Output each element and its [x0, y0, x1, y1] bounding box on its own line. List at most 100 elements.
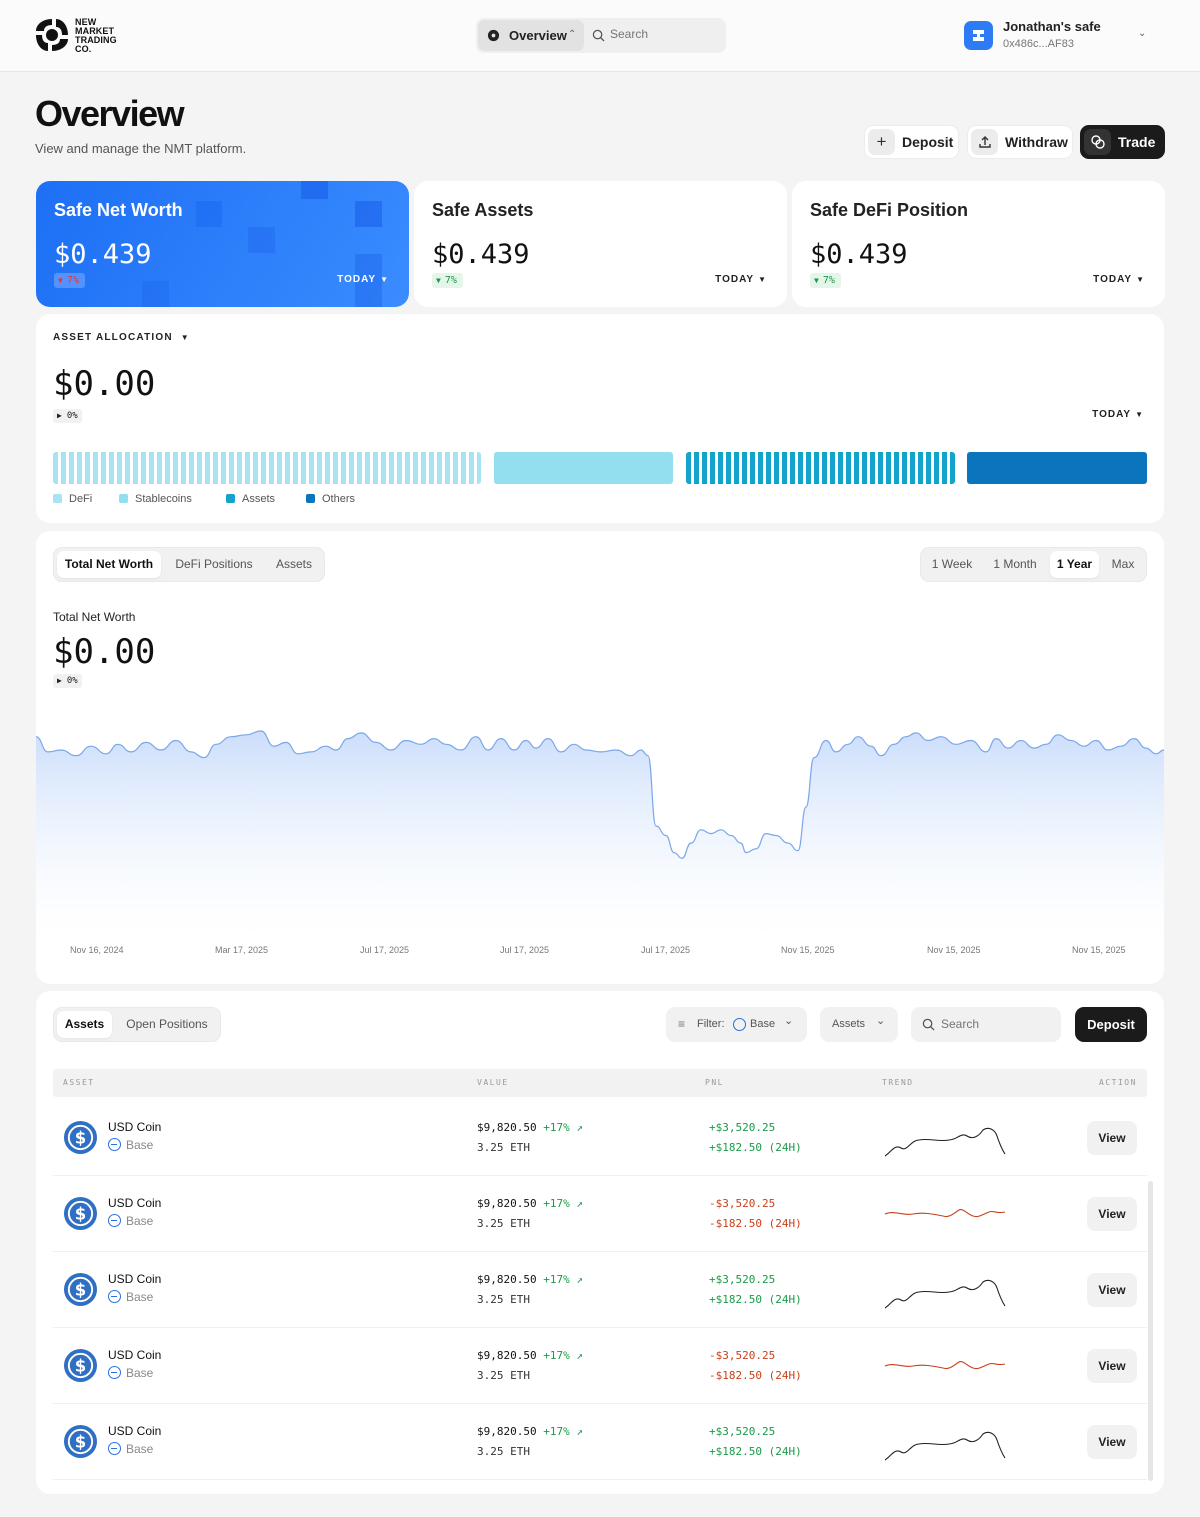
- asset-value: $9,820.50 +17% ↗: [477, 1273, 583, 1286]
- tab-defi-positions[interactable]: DeFi Positions: [165, 551, 263, 578]
- table-row[interactable]: $ USD Coin Base $9,820.50 +17% ↗ 3.25 ET…: [53, 1100, 1147, 1176]
- chart-value: $0.00: [53, 632, 156, 672]
- asset-amount: 3.25 ETH: [477, 1293, 530, 1306]
- deposit-button[interactable]: + Deposit: [864, 125, 959, 159]
- pnl-total: +$3,520.25: [709, 1425, 776, 1438]
- table-row[interactable]: $ USD Coin Base $9,820.50 +17% ↗ 3.25 ET…: [53, 1328, 1147, 1404]
- tab-assets[interactable]: Assets: [266, 551, 322, 578]
- chart-label: Total Net Worth: [53, 610, 136, 624]
- network-filter[interactable]: ≡ Filter: Base ⌄: [666, 1007, 807, 1042]
- safe-icon: [973, 30, 984, 41]
- trade-button[interactable]: Trade: [1080, 125, 1165, 159]
- allocation-bar-assets[interactable]: [686, 452, 955, 484]
- assets-table-card: Assets Open Positions ≡ Filter: Base ⌄ A…: [36, 991, 1164, 1494]
- base-network-icon: [108, 1366, 121, 1379]
- table-deposit-button[interactable]: Deposit: [1075, 1007, 1147, 1042]
- view-button[interactable]: View: [1087, 1273, 1137, 1307]
- safe-avatar: [964, 21, 993, 50]
- tab-assets-table[interactable]: Assets: [57, 1011, 112, 1038]
- view-button[interactable]: View: [1087, 1349, 1137, 1383]
- asset-network: Base: [108, 1138, 153, 1152]
- tab-total-net-worth[interactable]: Total Net Worth: [57, 551, 161, 578]
- usd-coin-icon: $: [63, 1120, 98, 1155]
- period-dropdown[interactable]: TODAY ▼: [1093, 274, 1145, 285]
- allocation-bar-others[interactable]: [967, 452, 1147, 484]
- view-button[interactable]: View: [1087, 1425, 1137, 1459]
- range-1-week[interactable]: 1 Week: [924, 551, 980, 578]
- play-icon: ▶: [57, 676, 62, 685]
- trade-label: Trade: [1118, 134, 1156, 150]
- overview-label: Overview: [509, 28, 567, 43]
- account-switcher[interactable]: Jonathan's safe 0x486c...AF83 ⌄: [960, 16, 1160, 56]
- x-tick: Jul 17, 2025: [641, 945, 691, 955]
- asset-value: $9,820.50 +17% ↗: [477, 1425, 583, 1438]
- asset-name: USD Coin: [108, 1348, 162, 1362]
- triangle-down-icon: ▼: [436, 276, 441, 285]
- overview-menu-button[interactable]: Overview ⌃: [478, 20, 584, 51]
- column-header-pnl: PNL: [705, 1078, 724, 1087]
- asset-value: $9,820.50 +17% ↗: [477, 1121, 583, 1134]
- tab-open-positions[interactable]: Open Positions: [116, 1011, 218, 1038]
- type-filter[interactable]: Assets ⌄: [820, 1007, 898, 1042]
- base-network-icon: [108, 1138, 121, 1151]
- pnl-total: -$3,520.25: [709, 1349, 776, 1362]
- chevron-down-icon: ⌄: [876, 1015, 886, 1027]
- deposit-label: Deposit: [902, 134, 954, 150]
- play-icon: ▶: [57, 411, 62, 420]
- caret-down-icon: ▼: [1135, 410, 1144, 419]
- brand-logo[interactable]: NEW MARKET TRADING CO.: [34, 17, 134, 55]
- allocation-dropdown[interactable]: ASSET ALLOCATION ▼: [53, 332, 190, 343]
- x-tick: Nov 15, 2025: [781, 945, 835, 955]
- range-1-month[interactable]: 1 Month: [983, 551, 1047, 578]
- search-input[interactable]: [610, 27, 720, 41]
- safe-net-worth-card: Safe Net Worth $0.439 ▼ 7% TODAY ▼: [36, 181, 409, 307]
- allocation-bar-defi[interactable]: [53, 452, 481, 484]
- table-row[interactable]: $ USD Coin Base $9,820.50 +17% ↗ 3.25 ET…: [53, 1176, 1147, 1252]
- table-scrollbar[interactable]: [1148, 1181, 1153, 1481]
- chart-change: ▶ 0%: [53, 674, 82, 688]
- view-button[interactable]: View: [1087, 1121, 1137, 1155]
- filter-icon: ≡: [678, 1017, 686, 1031]
- base-network-icon: [108, 1442, 121, 1455]
- safe-defi-position-card: Safe DeFi Position $0.439 ▼ 7% TODAY ▼: [792, 181, 1165, 307]
- asset-name: USD Coin: [108, 1424, 162, 1438]
- table-row[interactable]: $ USD Coin Base $9,820.50 +17% ↗ 3.25 ET…: [53, 1404, 1147, 1480]
- allocation-bar-stablecoins[interactable]: [494, 452, 673, 484]
- asset-network: Base: [108, 1214, 153, 1228]
- card-value: $0.439: [432, 239, 530, 270]
- usd-coin-icon: $: [63, 1196, 98, 1231]
- triangle-down-icon: ▼: [58, 276, 63, 285]
- x-tick: Nov 15, 2025: [927, 945, 981, 955]
- trend-sparkline: [884, 1279, 1006, 1309]
- chart-area-fill: [36, 731, 1164, 941]
- base-network-icon: [108, 1290, 121, 1303]
- withdraw-button[interactable]: Withdraw: [967, 125, 1073, 159]
- chevron-down-icon: ⌄: [1138, 28, 1147, 39]
- table-search-input[interactable]: [941, 1017, 1051, 1031]
- table-row[interactable]: $ USD Coin Base $9,820.50 +17% ↗ 3.25 ET…: [53, 1252, 1147, 1328]
- asset-value: $9,820.50 +17% ↗: [477, 1349, 583, 1362]
- card-title: Safe Assets: [432, 200, 534, 220]
- range-max[interactable]: Max: [1102, 551, 1144, 578]
- column-header-trend: TREND: [882, 1078, 914, 1087]
- logo-mark-icon: [36, 19, 68, 51]
- account-address: 0x486c...AF83: [1003, 38, 1074, 50]
- table-header: ASSET VALUE PNL TREND ACTION: [53, 1069, 1147, 1097]
- period-dropdown[interactable]: TODAY ▼: [337, 274, 389, 285]
- pnl-24h: -$182.50 (24H): [709, 1369, 802, 1382]
- net-worth-area-chart[interactable]: [36, 691, 1164, 941]
- chevron-down-icon: ⌄: [784, 1015, 794, 1027]
- chevron-up-icon: ⌃: [568, 29, 577, 40]
- period-dropdown[interactable]: TODAY ▼: [1092, 409, 1144, 420]
- x-tick: Nov 16, 2024: [70, 945, 124, 955]
- legend-item-defi: DeFi: [53, 493, 92, 505]
- asset-amount: 3.25 ETH: [477, 1445, 530, 1458]
- table-search: [911, 1007, 1061, 1042]
- change-badge: ▼ 7%: [810, 273, 841, 288]
- asset-amount: 3.25 ETH: [477, 1141, 530, 1154]
- range-1-year[interactable]: 1 Year: [1050, 551, 1099, 578]
- view-button[interactable]: View: [1087, 1197, 1137, 1231]
- period-dropdown[interactable]: TODAY ▼: [715, 274, 767, 285]
- search-icon: [922, 1018, 935, 1031]
- trend-up-icon: ↗: [576, 1121, 583, 1134]
